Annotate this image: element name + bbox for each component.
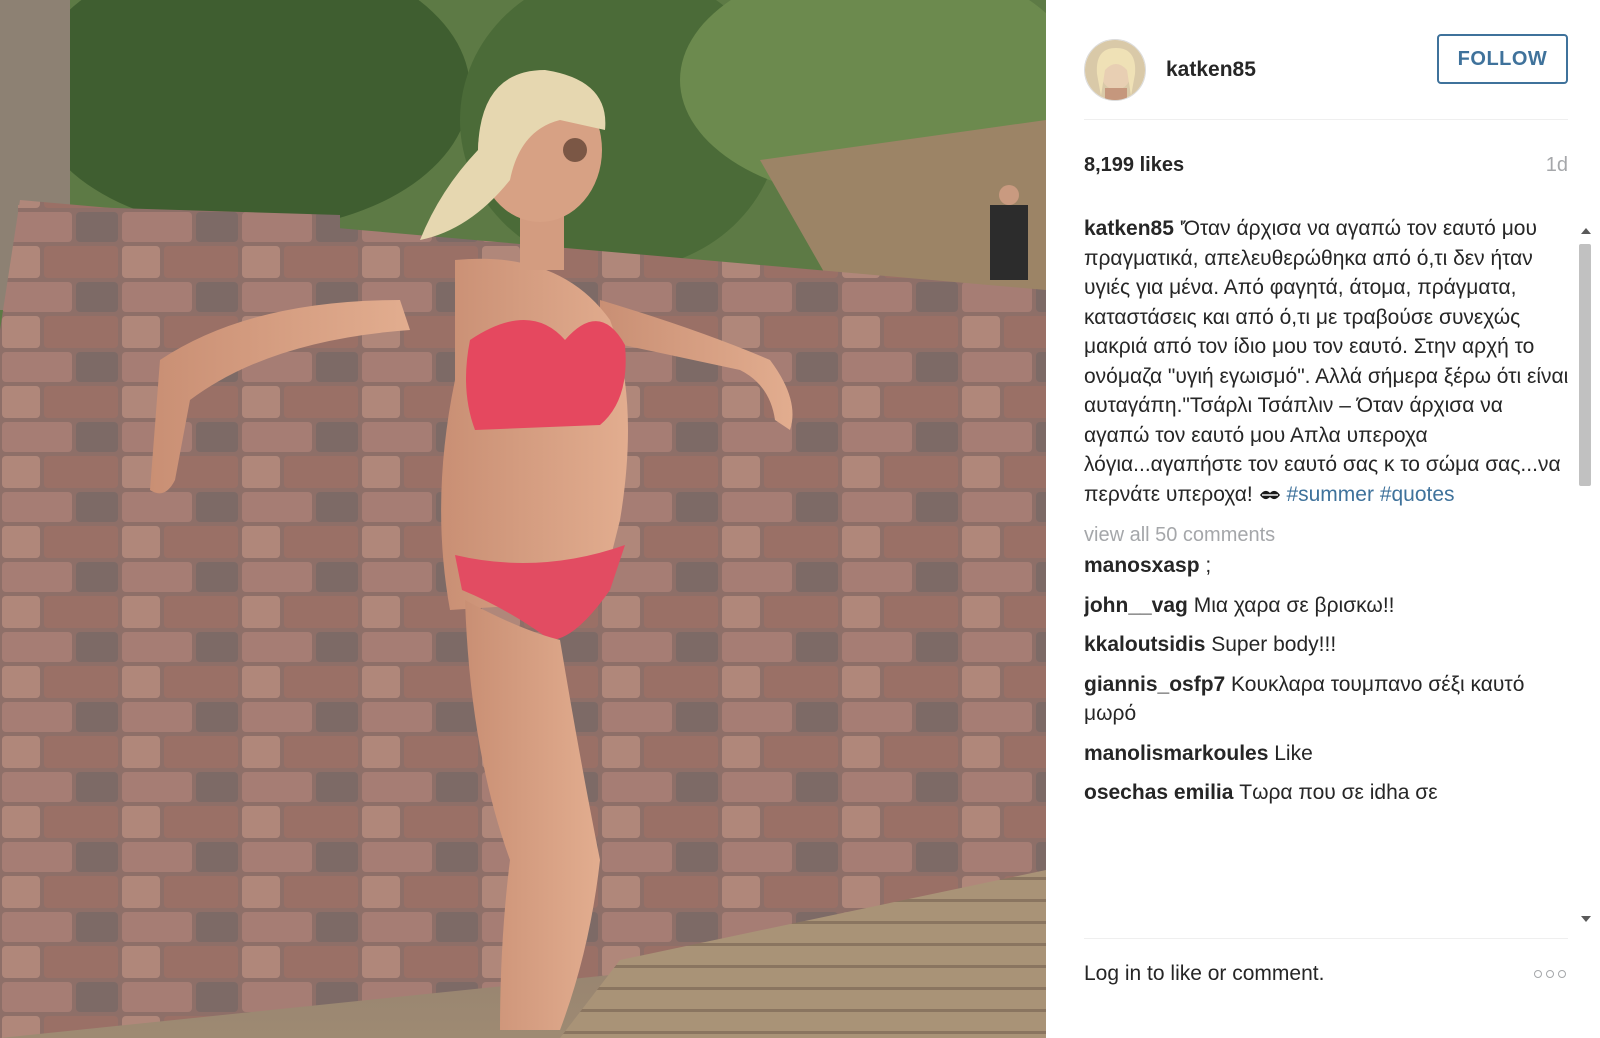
comments-list[interactable]: katken85 'Όταν άρχισα να αγαπώ τον εαυτό… bbox=[1084, 214, 1572, 926]
avatar-image bbox=[1085, 39, 1145, 100]
comment-text: Μια χαρα σε βρισκω!! bbox=[1193, 593, 1395, 617]
post-footer: Log in to like or comment. bbox=[1084, 938, 1568, 1008]
comment-text: Super body!!! bbox=[1211, 633, 1337, 656]
comment-item: osechas emilia Τωρα που σε idha σε bbox=[1084, 778, 1572, 808]
caption-username[interactable]: katken85 bbox=[1084, 217, 1174, 240]
comment-username[interactable]: manosxasp bbox=[1084, 554, 1200, 577]
post-photo[interactable] bbox=[0, 0, 1046, 1038]
avatar[interactable] bbox=[1084, 38, 1146, 101]
likes-row: 8,199 likes 1d bbox=[1084, 154, 1568, 177]
comment-text: Like bbox=[1274, 741, 1313, 765]
comment-item: manosxasp ; bbox=[1084, 551, 1572, 581]
caption-text: 'Όταν άρχισα να αγαπώ τον εαυτό μου πραγ… bbox=[1084, 217, 1569, 506]
comment-username[interactable]: kkaloutsidis bbox=[1084, 633, 1205, 656]
post-header: katken85 FOLLOW bbox=[1084, 20, 1568, 120]
scroll-down-arrow-icon[interactable] bbox=[1581, 916, 1591, 922]
post-side-panel: katken85 FOLLOW 8,199 likes 1d katken85 … bbox=[1046, 0, 1600, 1038]
comment-username[interactable]: john__vag bbox=[1084, 594, 1188, 617]
comment-username[interactable]: giannis_osfp7 bbox=[1084, 673, 1225, 696]
instagram-post: katken85 FOLLOW 8,199 likes 1d katken85 … bbox=[0, 0, 1600, 1038]
comment-item: giannis_osfp7 Κουκλαρα τουμπανο σέξι καυ… bbox=[1084, 670, 1572, 729]
dot-icon bbox=[1534, 969, 1542, 978]
dot-icon bbox=[1546, 969, 1554, 978]
comment-item: manolismarkoules Like bbox=[1084, 739, 1572, 769]
scroll-up-arrow-icon[interactable] bbox=[1581, 228, 1591, 234]
comment-username[interactable]: osechas emilia bbox=[1084, 781, 1233, 804]
header-username[interactable]: katken85 bbox=[1166, 58, 1256, 82]
dot-icon bbox=[1558, 969, 1566, 978]
scrollbar-thumb[interactable] bbox=[1579, 244, 1591, 486]
comment-items: manosxasp ; john__vag Μια χαρα σε βρισκω… bbox=[1084, 551, 1572, 808]
comments-scrollbar[interactable] bbox=[1576, 224, 1594, 926]
hashtag-summer[interactable]: #summer bbox=[1286, 483, 1374, 506]
post-age[interactable]: 1d bbox=[1546, 154, 1568, 177]
caption: katken85 'Όταν άρχισα να αγαπώ τον εαυτό… bbox=[1084, 214, 1572, 509]
more-options-icon[interactable] bbox=[1534, 969, 1568, 978]
comment-text: ; bbox=[1205, 554, 1212, 577]
view-all-comments-link[interactable]: view all 50 comments bbox=[1084, 519, 1572, 551]
login-prompt[interactable]: Log in to like or comment. bbox=[1084, 962, 1324, 986]
comment-item: kkaloutsidis Super body!!! bbox=[1084, 630, 1572, 660]
kiss-emoji-icon bbox=[1259, 490, 1280, 500]
likes-count[interactable]: 8,199 likes bbox=[1084, 154, 1184, 177]
follow-button[interactable]: FOLLOW bbox=[1437, 34, 1568, 84]
hashtag-quotes[interactable]: #quotes bbox=[1380, 483, 1455, 506]
comment-username[interactable]: manolismarkoules bbox=[1084, 742, 1268, 765]
comment-text: Τωρα που σε idha σε bbox=[1239, 781, 1438, 804]
comment-item: john__vag Μια χαρα σε βρισκω!! bbox=[1084, 591, 1572, 621]
photo-illustration bbox=[0, 0, 1046, 1038]
